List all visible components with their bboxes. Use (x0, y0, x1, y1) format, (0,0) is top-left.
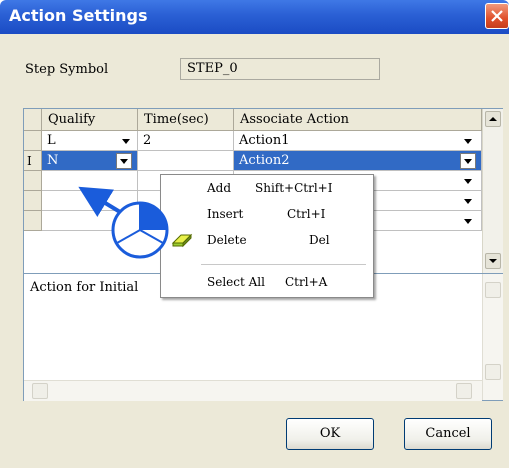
step-symbol-field: STEP_0 (180, 58, 380, 80)
row-marker (24, 171, 42, 191)
column-header-qualify[interactable]: Qualify (42, 109, 138, 131)
menu-item-label: Delete (207, 233, 247, 247)
chevron-down-icon[interactable] (460, 132, 476, 150)
column-header-time[interactable]: Time(sec) (138, 109, 234, 131)
menu-item-label: Select All (207, 275, 265, 289)
action-value: Action1 (239, 133, 290, 148)
description-text: Action for Initial (30, 280, 139, 295)
title-bar: Action Settings (0, 0, 509, 34)
menu-item-label: Add (207, 181, 232, 195)
chevron-down-icon[interactable] (118, 132, 134, 150)
ok-button[interactable]: OK (286, 418, 374, 450)
time-cell[interactable] (138, 151, 234, 171)
qualify-cell[interactable]: N (42, 151, 138, 171)
menu-item-shortcut: Ctrl+A (285, 275, 328, 289)
table-row[interactable]: I N Action2 (24, 151, 484, 171)
menu-item-shortcut: Shift+Ctrl+I (255, 181, 333, 195)
cancel-button[interactable]: Cancel (404, 418, 492, 450)
chevron-up-icon (489, 117, 497, 121)
menu-item-shortcut: Del (309, 233, 330, 247)
qualify-value: L (47, 133, 56, 148)
qualify-cell[interactable] (42, 211, 138, 231)
row-marker (24, 131, 42, 151)
menu-item-label: Insert (207, 207, 244, 221)
qualify-cell[interactable] (42, 191, 138, 211)
grid-corner (24, 109, 42, 131)
menu-item-insert[interactable]: Insert Ctrl+I (161, 201, 373, 227)
close-icon (491, 10, 503, 22)
scroll-left-button[interactable] (32, 383, 48, 399)
menu-item-add[interactable]: Add Shift+Ctrl+I (161, 175, 373, 201)
qualify-cell[interactable] (42, 171, 138, 191)
action-cell[interactable]: Action1 (234, 131, 482, 151)
eraser-icon (171, 233, 193, 248)
qualify-cell[interactable]: L (42, 131, 138, 151)
chevron-down-icon[interactable] (460, 153, 476, 169)
action-cell[interactable]: Action2 (234, 151, 482, 171)
action-value: Action2 (239, 153, 290, 168)
chevron-down-icon[interactable] (460, 172, 476, 190)
scroll-up-button[interactable] (485, 282, 501, 298)
textarea-vertical-scrollbar[interactable] (482, 274, 503, 400)
row-marker (24, 191, 42, 211)
scroll-right-button[interactable] (456, 383, 472, 399)
qualify-value: N (47, 153, 59, 168)
row-marker (24, 211, 42, 231)
textarea-horizontal-scrollbar[interactable] (24, 380, 482, 401)
table-row[interactable]: L 2 Action1 (24, 131, 484, 151)
chevron-down-icon[interactable] (460, 212, 476, 230)
row-marker: I (24, 151, 42, 171)
scroll-up-button[interactable] (485, 111, 501, 127)
menu-separator (201, 264, 366, 265)
chevron-down-icon[interactable] (118, 212, 134, 230)
chevron-down-icon[interactable] (460, 192, 476, 210)
time-cell[interactable]: 2 (138, 131, 234, 151)
step-symbol-label: Step Symbol (25, 62, 109, 77)
menu-item-shortcut: Ctrl+I (287, 207, 326, 221)
column-header-action[interactable]: Associate Action (234, 109, 482, 131)
chevron-down-icon[interactable] (116, 153, 132, 169)
context-menu: Add Shift+Ctrl+I Insert Ctrl+I Delete De… (160, 174, 374, 298)
close-button[interactable] (485, 3, 509, 29)
menu-item-select-all[interactable]: Select All Ctrl+A (161, 269, 373, 295)
chevron-down-icon (489, 259, 497, 263)
grid-vertical-scrollbar[interactable] (482, 109, 503, 287)
scroll-down-button[interactable] (485, 253, 501, 269)
menu-item-delete[interactable]: Delete Del (161, 227, 373, 253)
window-title: Action Settings (9, 6, 148, 25)
scroll-down-button[interactable] (485, 364, 501, 380)
